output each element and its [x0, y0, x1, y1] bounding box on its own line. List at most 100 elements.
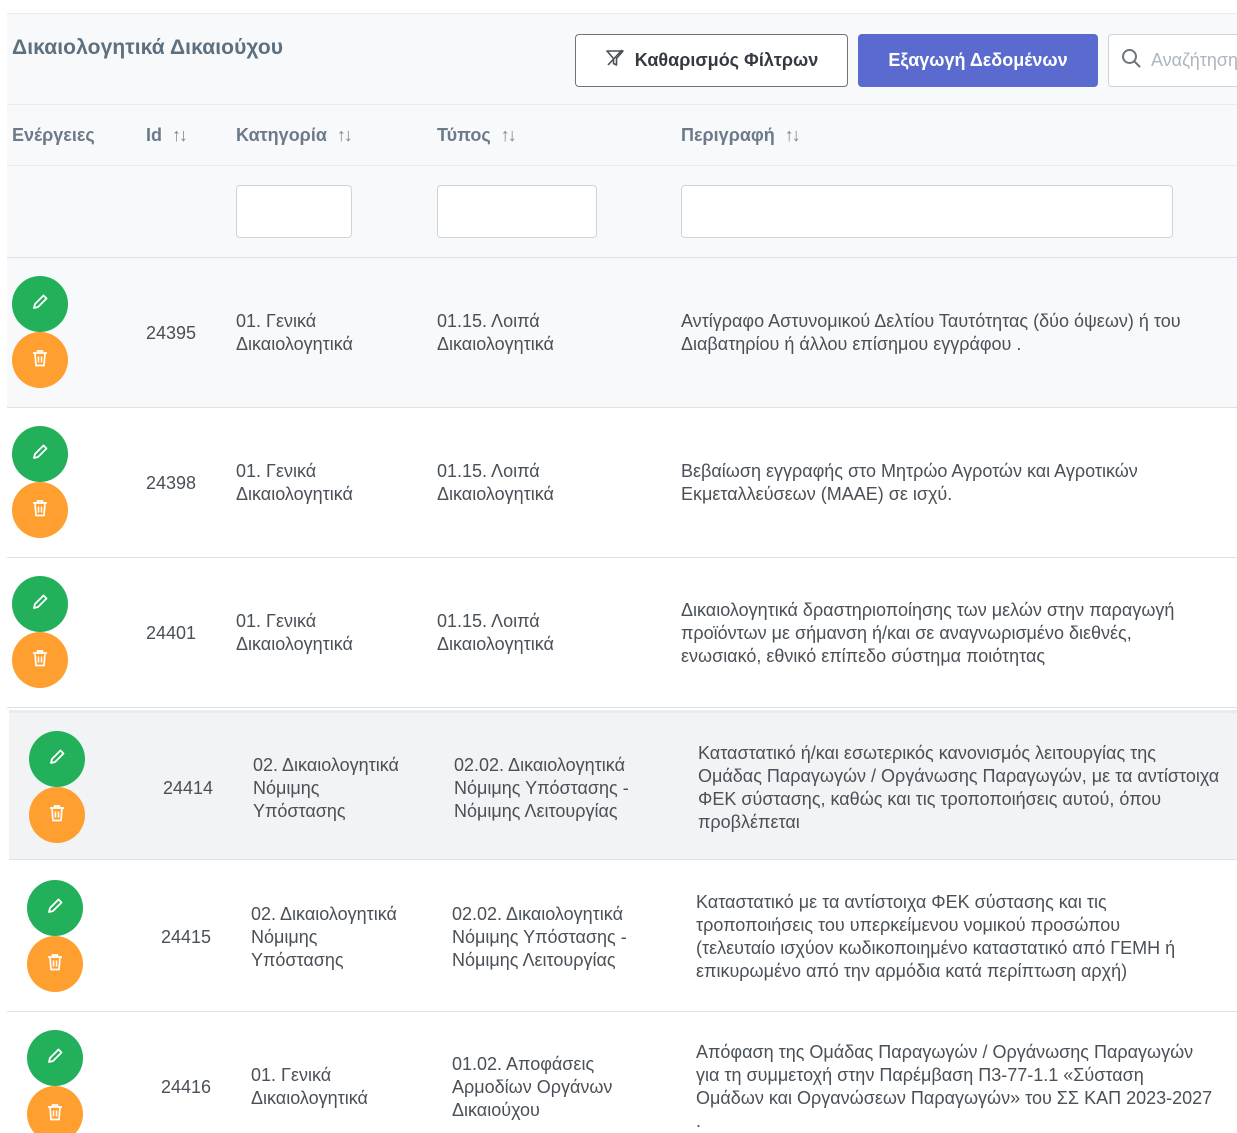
delete-button[interactable]: [12, 482, 68, 538]
description-cell: Αντίγραφο Αστυνομικού Δελτίου Ταυτότητας…: [681, 310, 1231, 356]
pencil-icon: [30, 442, 50, 467]
edit-button[interactable]: [29, 731, 85, 787]
type-filter-input[interactable]: [437, 185, 597, 238]
description-cell: Απόφαση της Ομάδας Παραγωγών / Οργάνωσης…: [696, 1041, 1231, 1133]
pencil-icon: [45, 896, 65, 921]
category-cell-line: Δικαιολογητικά: [236, 484, 353, 504]
description-cell-line: προβλέπεται: [698, 812, 800, 832]
description-cell-line: Ομάδας Παραγωγών / Οργάνωσης Παραγωγών, …: [698, 766, 1220, 786]
type-cell-line: 01.15. Λοιπά: [437, 611, 540, 631]
edit-button[interactable]: [27, 1030, 83, 1086]
table-row[interactable]: 24401 01. Γενικά Δικαιολογητικά 01.15. Λοιπ…: [7, 558, 1237, 708]
search-icon: [1121, 48, 1141, 73]
description-cell-line: επικυρωμένο από την αρμόδια κατά περίπτω…: [696, 961, 1128, 981]
category-filter-input[interactable]: [236, 185, 352, 238]
table-row[interactable]: 24398 01. Γενικά Δικαιολογητικά 01.15. Λοιπ…: [7, 408, 1237, 558]
sort-icon[interactable]: ↑↓: [337, 125, 353, 146]
type-cell: 02.02. Δικαιολογητικά Νόμιμης Υπόστασης -…: [452, 903, 682, 972]
delete-button[interactable]: [29, 787, 85, 843]
global-search[interactable]: [1108, 34, 1237, 87]
id-cell: 24401: [146, 623, 197, 643]
delete-button[interactable]: [27, 1086, 83, 1133]
table-row[interactable]: 24415 02. Δικαιολογητικά Νόμιμης Υπόστασης 0…: [7, 862, 1237, 1012]
description-cell: Βεβαίωση εγγραφής στο Μητρώο Αγροτών και…: [681, 460, 1231, 506]
column-header-type[interactable]: Τύπος ↑↓: [437, 125, 517, 146]
table-row[interactable]: 24395 01. Γενικά Δικαιολογητικά 01.15. Λοιπ…: [7, 258, 1237, 408]
trash-icon: [46, 952, 64, 977]
category-cell-line: Νόμιμης: [253, 777, 320, 798]
trash-icon: [46, 1102, 64, 1127]
description-cell-line: Αντίγραφο Αστυνομικού Δελτίου Ταυτότητας…: [681, 311, 1181, 331]
column-header-description[interactable]: Περιγραφή ↑↓: [681, 125, 801, 146]
category-cell-line: 01. Γενικά: [251, 1065, 332, 1085]
type-cell: 02.02. Δικαιολογητικά Νόμιμης Υπόστασης -…: [454, 754, 684, 823]
sort-icon[interactable]: ↑↓: [172, 125, 188, 146]
table-row[interactable]: 24416 01. Γενικά Δικαιολογητικά 01.02. Αποφ…: [7, 1012, 1237, 1133]
category-cell-line: Δικαιολογητικά: [236, 334, 353, 354]
pencil-icon: [45, 1046, 65, 1071]
category-cell-line: 01. Γενικά: [236, 461, 317, 481]
export-data-button[interactable]: Εξαγωγή Δεδομένων: [858, 34, 1098, 87]
column-actions-label: Ενέργειες: [12, 125, 95, 145]
column-header-id[interactable]: Id ↑↓: [146, 125, 188, 146]
delete-button[interactable]: [12, 632, 68, 688]
trash-icon: [31, 498, 49, 523]
delete-button[interactable]: [12, 332, 68, 388]
column-type-label: Τύπος: [437, 125, 491, 145]
description-cell-line: Δικαιολογητικά δραστηριοποίησης των μελώ…: [681, 599, 1175, 620]
description-cell: Καταστατικό ή/και εσωτερικός κανονισμός …: [698, 742, 1233, 834]
description-cell-line: ΦΕΚ σύστασης, καθώς και τις τροποποιήσει…: [698, 789, 1162, 809]
description-cell-line: για τη συμμετοχή στην Παρέμβαση Π3-77-1.…: [696, 1065, 1144, 1085]
id-cell: 24398: [146, 473, 197, 493]
column-id-label: Id: [146, 125, 162, 145]
description-cell-line: .: [696, 1111, 702, 1131]
sort-icon[interactable]: ↑↓: [785, 125, 801, 146]
column-description-label: Περιγραφή: [681, 125, 775, 145]
type-cell: 01.15. Λοιπά Δικαιολογητικά: [437, 610, 667, 656]
sort-icon[interactable]: ↑↓: [501, 125, 517, 146]
category-cell-line: 02. Δικαιολογητικά: [251, 903, 397, 924]
type-cell-line: 01.15. Λοιπά: [437, 311, 540, 331]
category-cell: 02. Δικαιολογητικά Νόμιμης Υπόστασης: [253, 754, 443, 823]
description-cell-line: Απόφαση της Ομάδας Παραγωγών / Οργάνωσης…: [696, 1042, 1194, 1062]
search-input[interactable]: [1151, 50, 1237, 71]
description-cell-line: Διαβατηρίου ή άλλου επίσημου εγγράφου .: [681, 334, 1022, 354]
id-cell: 24416: [161, 1077, 212, 1097]
pencil-icon: [30, 592, 50, 617]
type-cell-line: Νόμιμης Υπόστασης -: [452, 926, 627, 947]
type-cell-line: Δικαιολογητικά: [437, 484, 554, 504]
type-cell-line: 01.15. Λοιπά: [437, 461, 540, 481]
delete-button[interactable]: [27, 936, 83, 992]
category-cell-line: Νόμιμης: [251, 926, 318, 947]
description-filter-input[interactable]: [681, 185, 1173, 238]
column-headers: Ενέργειες Id ↑↓ Κατηγορία ↑↓ Τύπος ↑↓ Πε…: [7, 105, 1237, 166]
id-cell: 24415: [161, 927, 212, 947]
type-cell-line: Δικαιολογητικά: [437, 334, 554, 354]
documents-panel: Δικαιολογητικά Δικαιούχου Καθαρισμός Φίλ…: [7, 13, 1237, 1133]
type-cell-line: Νόμιμης Λειτουργίας: [452, 949, 616, 970]
column-header-actions: Ενέργειες: [12, 125, 95, 146]
clear-filters-button[interactable]: Καθαρισμός Φίλτρων: [575, 34, 848, 87]
type-cell: 01.15. Λοιπά Δικαιολογητικά: [437, 310, 667, 356]
description-cell-line: Βεβαίωση εγγραφής στο Μητρώο Αγροτών και…: [681, 461, 1138, 481]
column-category-label: Κατηγορία: [236, 125, 327, 145]
type-cell-line: Δικαιούχου: [452, 1099, 540, 1120]
filter-slash-icon: [605, 48, 625, 73]
type-cell: 01.15. Λοιπά Δικαιολογητικά: [437, 460, 667, 506]
category-cell: 01. Γενικά Δικαιολογητικά: [236, 610, 426, 656]
table-row[interactable]: 24414 02. Δικαιολογητικά Νόμιμης Υπόστασης 0…: [9, 710, 1237, 860]
export-data-label: Εξαγωγή Δεδομένων: [888, 50, 1068, 70]
edit-button[interactable]: [12, 426, 68, 482]
description-cell-line: Εκμεταλλεύσεων (ΜΑΑΕ) σε ισχύ.: [681, 484, 953, 504]
description-cell-line: Καταστατικό ή/και εσωτερικός κανονισμός …: [698, 743, 1156, 763]
edit-button[interactable]: [27, 880, 83, 936]
column-header-category[interactable]: Κατηγορία ↑↓: [236, 125, 353, 146]
edit-button[interactable]: [12, 576, 68, 632]
description-cell-line: τροποποιήσεις του υπερκείμενου νομικού π…: [696, 915, 1121, 935]
category-cell-line: 02. Δικαιολογητικά: [253, 754, 399, 775]
type-cell-line: 01.02. Αποφάσεις: [452, 1053, 595, 1074]
edit-button[interactable]: [12, 276, 68, 332]
description-cell: Καταστατικό με τα αντίστοιχα ΦΕΚ σύσταση…: [696, 891, 1231, 983]
clear-filters-label: Καθαρισμός Φίλτρων: [634, 50, 819, 70]
description-cell: Δικαιολογητικά δραστηριοποίησης των μελώ…: [681, 599, 1231, 668]
